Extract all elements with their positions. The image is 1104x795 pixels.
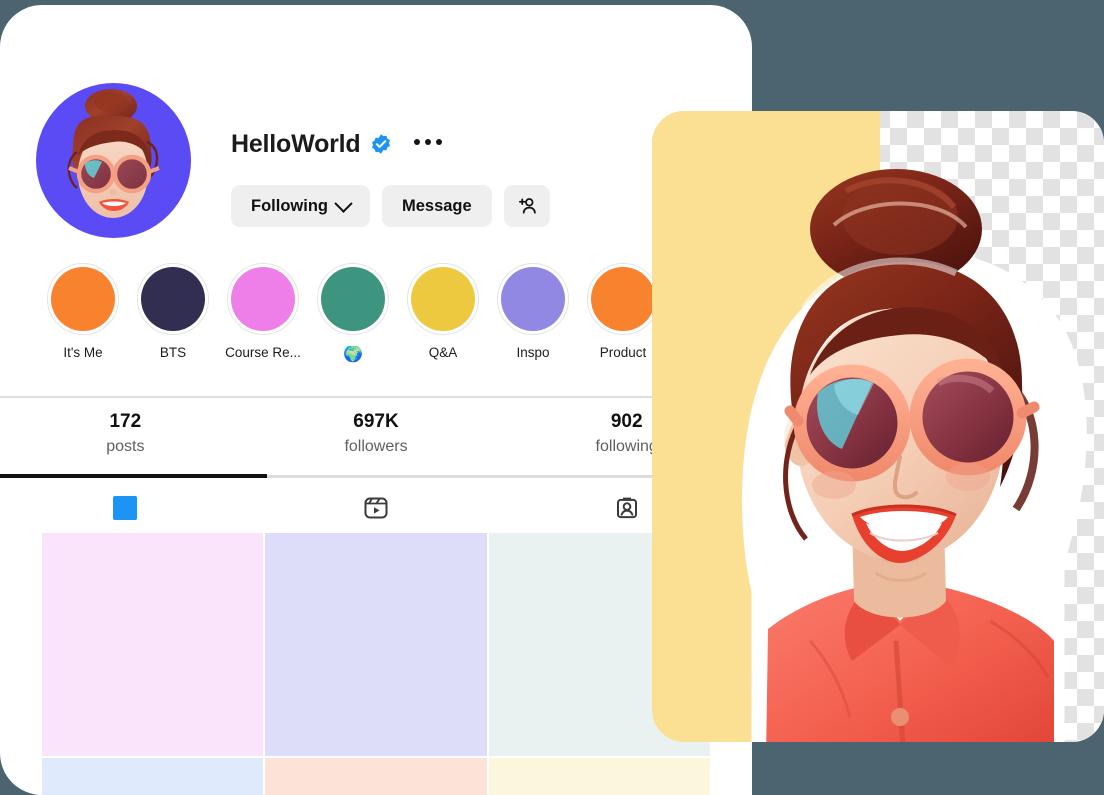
username: HelloWorld (231, 129, 361, 158)
story-highlights: It's Me BTS Course Re... 🌍 Q&A Inspo Pro… (38, 263, 668, 364)
highlight-item[interactable]: Q&A (398, 263, 488, 364)
stat-followers[interactable]: 697K followers (251, 409, 502, 457)
highlight-label: Q&A (428, 346, 458, 360)
photo-grid (42, 533, 710, 795)
highlight-ring (497, 263, 569, 335)
highlight-cover (591, 267, 655, 331)
chevron-down-icon (334, 193, 353, 213)
instagram-profile-card: HelloWorld Following Message It's Me BTS… (0, 5, 752, 795)
following-button[interactable]: Following (231, 185, 370, 227)
add-person-button[interactable] (503, 185, 550, 227)
avatar[interactable] (36, 83, 191, 238)
profile-header: HelloWorld Following Message (36, 83, 550, 238)
grid-cell[interactable] (42, 533, 264, 756)
highlight-cover (231, 267, 295, 331)
add-person-icon (518, 198, 536, 214)
highlight-cover (501, 267, 565, 331)
tabbar-active-indicator (0, 474, 267, 478)
stat-posts[interactable]: 172 posts (0, 409, 251, 457)
cutout-portrait-image (741, 169, 1087, 742)
grid-cell[interactable] (42, 758, 264, 795)
highlight-ring (137, 263, 209, 335)
highlight-label: Product (599, 346, 647, 360)
tab-grid[interactable] (0, 484, 251, 532)
profile-action-row: Following Message (231, 185, 550, 227)
profile-stats: 172 posts 697K followers 902 following (0, 409, 752, 457)
highlight-label: Course Re... (225, 346, 301, 360)
highlight-cover (411, 267, 475, 331)
grid-icon (113, 496, 138, 520)
stat-posts-label: posts (106, 437, 145, 455)
message-button[interactable]: Message (381, 185, 492, 227)
ellipsis-icon[interactable] (414, 139, 443, 149)
highlight-item[interactable]: Course Re... (218, 263, 308, 364)
profile-tabs (0, 484, 752, 532)
highlight-ring (587, 263, 659, 335)
avatar-portrait-icon (67, 88, 160, 218)
highlight-label: Inspo (516, 346, 550, 360)
verified-badge-icon (372, 134, 391, 154)
screenshot-stage: HelloWorld Following Message It's Me BTS… (0, 0, 1104, 795)
following-button-label: Following (251, 196, 328, 215)
highlight-ring (227, 263, 299, 335)
grid-cell[interactable] (488, 758, 710, 795)
highlight-item[interactable]: It's Me (38, 263, 128, 364)
tagged-icon (616, 497, 637, 519)
grid-cell[interactable] (265, 533, 487, 756)
highlight-ring (317, 263, 389, 335)
reels-icon (364, 497, 388, 519)
profile-identity: HelloWorld Following Message (231, 83, 550, 227)
highlight-cover (51, 267, 115, 331)
stat-followers-value: 697K (353, 411, 399, 432)
highlight-cover (141, 267, 205, 331)
highlight-ring (47, 263, 119, 335)
tab-reels[interactable] (251, 484, 502, 532)
grid-cell[interactable] (265, 758, 487, 795)
highlight-label: It's Me (63, 346, 103, 360)
highlight-item[interactable]: Inspo (488, 263, 578, 364)
highlight-item[interactable]: 🌍 (308, 263, 398, 364)
highlight-cover (321, 267, 385, 331)
highlight-item[interactable]: BTS (128, 263, 218, 364)
highlight-label: BTS (159, 346, 187, 360)
message-button-label: Message (401, 196, 472, 215)
stat-posts-value: 172 (109, 411, 142, 432)
highlight-label: 🌍 (343, 346, 363, 363)
cutout-preview-card (652, 111, 1104, 742)
section-divider (0, 396, 752, 398)
highlight-ring (407, 263, 479, 335)
stat-followers-label: followers (344, 437, 408, 455)
